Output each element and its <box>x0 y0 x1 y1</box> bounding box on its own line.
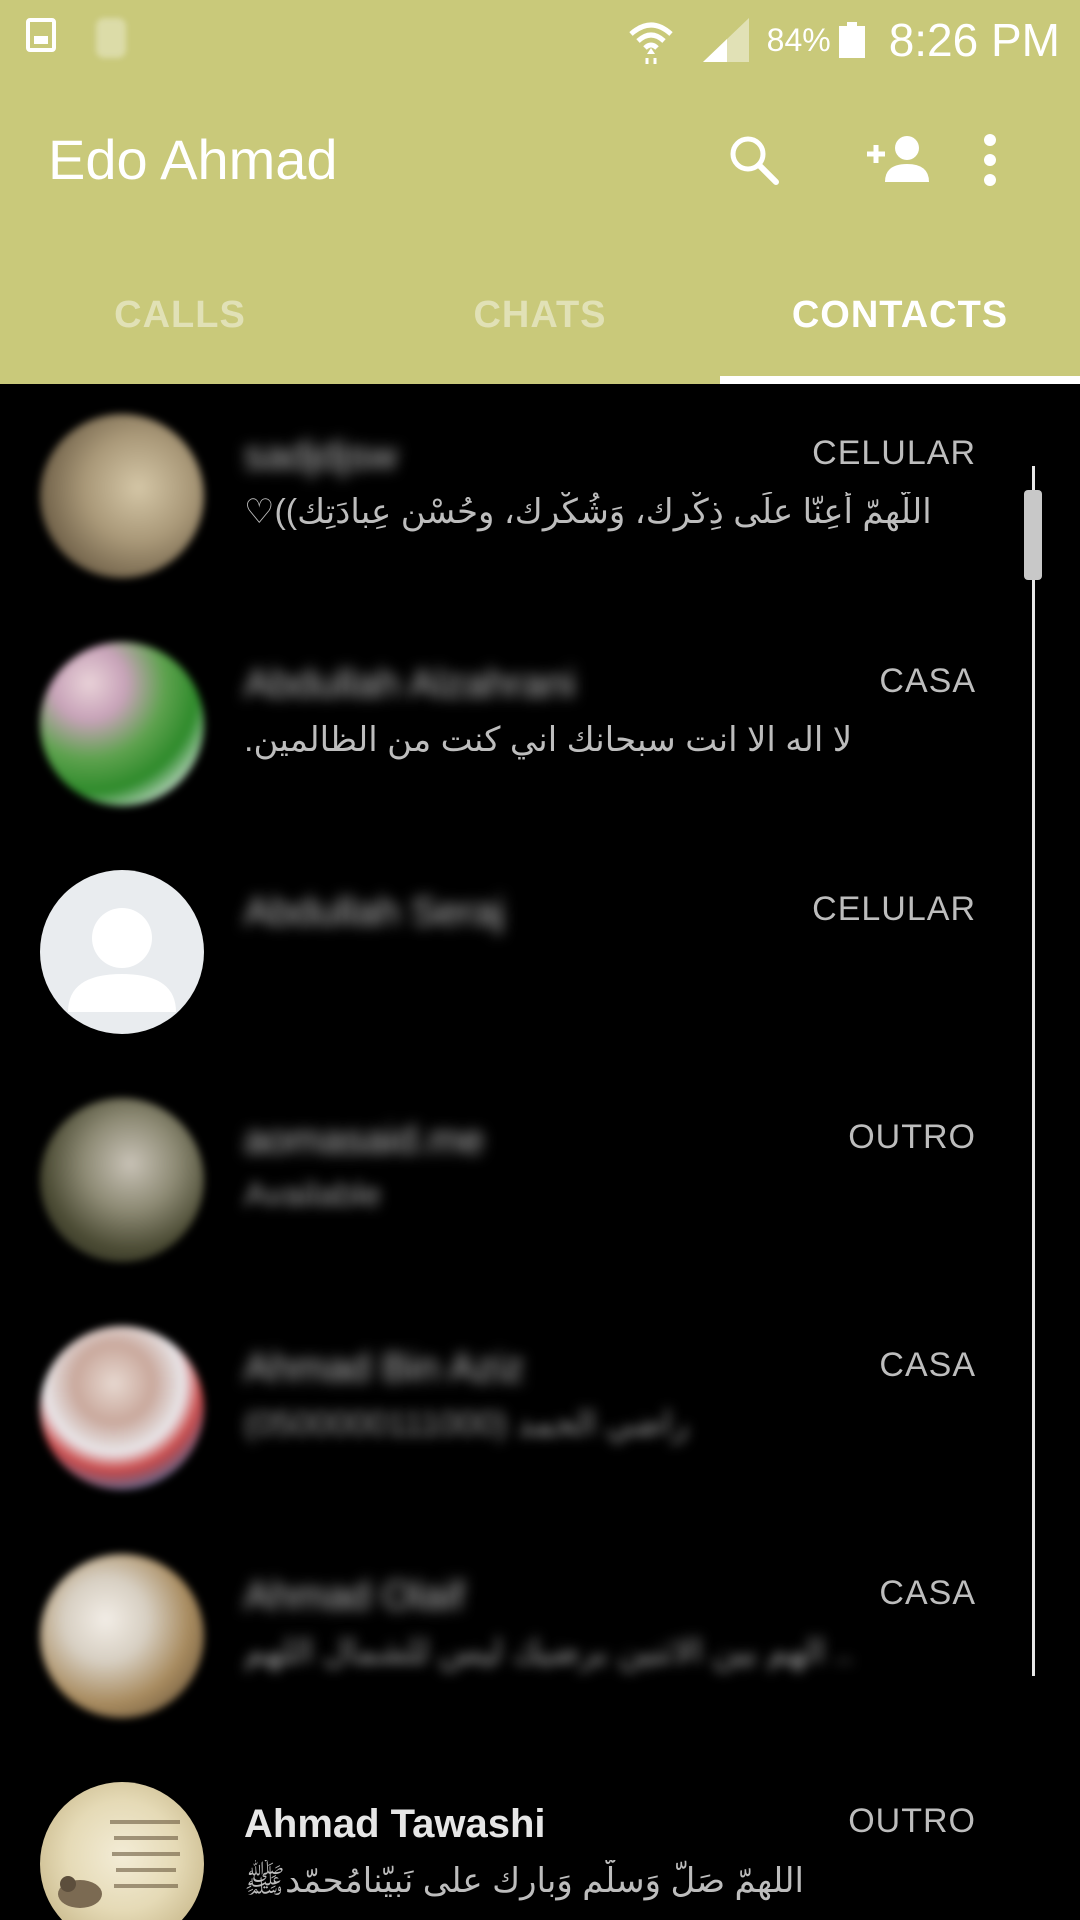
default-avatar-icon <box>68 908 176 1012</box>
tab-calls[interactable]: CALLS <box>0 270 360 384</box>
contact-name: Ahmad Tawashi <box>244 1802 546 1846</box>
scrollbar-track[interactable] <box>1032 466 1035 1676</box>
phone-type: OUTRO <box>848 1118 976 1156</box>
phone-type: CELULAR <box>812 434 976 472</box>
avatar <box>40 1098 204 1262</box>
avatar <box>40 642 204 806</box>
contact-status: راضي الحمد (0500000111000) <box>244 1405 689 1443</box>
contact-name: Abdullah Alzahrani <box>244 662 576 706</box>
add-contact-button[interactable] <box>858 124 938 196</box>
active-tab-indicator <box>720 376 1080 384</box>
app-bar: 84% 8:26 PM Edo Ahmad CALLS CHATS CONTAC… <box>0 0 1080 384</box>
status-bar: 84% 8:26 PM <box>0 0 1080 80</box>
battery-icon <box>838 22 865 58</box>
list-item[interactable]: Ahmad Olaif .. الهم بين الاثنين برضيك لي… <box>0 1524 1010 1754</box>
list-item[interactable]: Ahmad Bin Aziz راضي الحمد (0500000111000… <box>0 1296 1010 1526</box>
wifi-icon <box>628 22 673 64</box>
phone-type: CELULAR <box>812 890 976 928</box>
more-vertical-icon <box>984 134 996 186</box>
contact-status: .. الهم بين الاثنين برضيك ليس للشمال الل… <box>244 1633 854 1671</box>
page-title: Edo Ahmad <box>48 128 338 191</box>
list-item[interactable]: Ahmad Tawashi اللهمّ صَلّ وَسلّم وَبارك … <box>0 1752 1010 1920</box>
phone-type: CASA <box>879 1346 976 1384</box>
tab-bar: CALLS CHATS CONTACTS <box>0 270 1080 384</box>
more-options-button[interactable] <box>970 124 1010 196</box>
list-item[interactable]: aomasaid.me Available OUTRO <box>0 1068 1010 1298</box>
contact-status: Available <box>244 1176 382 1214</box>
contact-status: اللّهمّ أعِنّا علَى ذِكْرِك، وَشُكْرِك، … <box>244 493 932 531</box>
signal-icon <box>702 18 749 62</box>
clock: 8:26 PM <box>888 14 1060 66</box>
contact-name: Ahmad Olaif <box>244 1574 465 1618</box>
phone-type: OUTRO <box>848 1802 976 1840</box>
contact-name: aomasaid.me <box>244 1118 485 1162</box>
add-person-icon <box>867 136 929 182</box>
tab-contacts[interactable]: CONTACTS <box>720 270 1080 384</box>
avatar <box>40 870 204 1034</box>
contacts-list: sadjdjsw اللّهمّ أعِنّا علَى ذِكْرِك، وَ… <box>0 384 1080 1920</box>
tab-chats[interactable]: CHATS <box>360 270 720 384</box>
list-item[interactable]: sadjdjsw اللّهمّ أعِنّا علَى ذِكْرِك، وَ… <box>0 384 1010 614</box>
avatar <box>40 414 204 578</box>
contact-status: اللهمّ صَلّ وَسلّم وَبارك على نَبيّنامُح… <box>244 1862 804 1900</box>
contact-name: Abdullah Seraj <box>244 890 505 934</box>
scrollbar-thumb[interactable] <box>1024 490 1042 580</box>
avatar <box>40 1554 204 1718</box>
contact-name: sadjdjsw <box>244 434 398 478</box>
avatar <box>40 1782 204 1920</box>
phone-notification-icon <box>96 18 126 58</box>
battery-percentage: 84% <box>766 21 831 58</box>
contact-status: لا اله الا انت سبحانك اني كنت من الظالمي… <box>244 721 853 759</box>
search-button[interactable] <box>718 124 790 196</box>
search-icon <box>730 136 779 185</box>
bird-image <box>58 1820 180 1908</box>
gallery-notification-icon <box>26 18 56 52</box>
contact-name: Ahmad Bin Aziz <box>244 1346 525 1390</box>
list-item[interactable]: Abdullah Seraj CELULAR <box>0 840 1010 1070</box>
avatar <box>40 1326 204 1490</box>
list-item[interactable]: Abdullah Alzahrani لا اله الا انت سبحانك… <box>0 612 1010 842</box>
phone-type: CASA <box>879 1574 976 1612</box>
phone-type: CASA <box>879 662 976 700</box>
